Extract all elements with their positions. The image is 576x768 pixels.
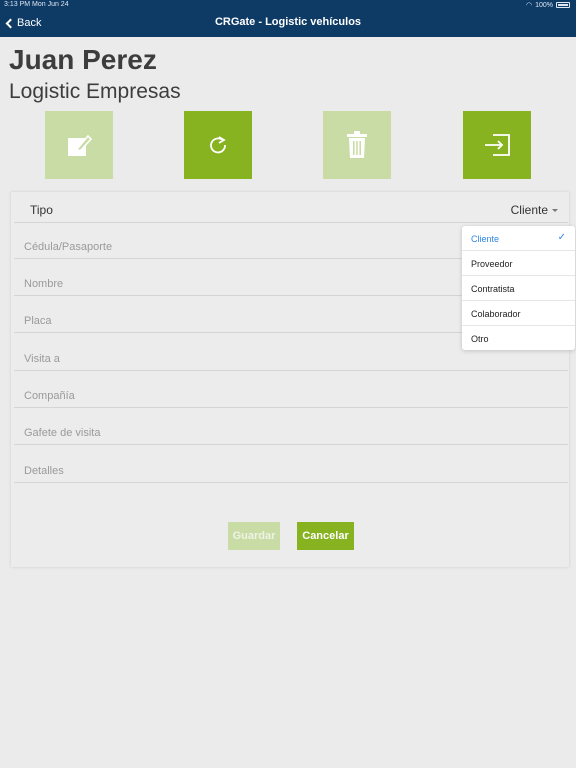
option-label: Proveedor <box>471 259 513 269</box>
detalles-placeholder: Detalles <box>24 465 64 477</box>
refresh-button[interactable] <box>184 111 252 179</box>
compania-field[interactable]: Compañía <box>14 371 568 408</box>
caret-down-icon <box>552 208 558 212</box>
status-time: 3:13 PM Mon Jun 24 <box>4 1 69 8</box>
tipo-select[interactable]: Cliente <box>511 203 558 217</box>
refresh-icon <box>210 136 226 154</box>
option-contratista[interactable]: Contratista <box>462 276 575 301</box>
save-button[interactable]: Guardar <box>228 522 280 550</box>
wifi-icon: ◠ <box>525 2 533 9</box>
gafete-field[interactable]: Gafete de visita <box>14 408 568 445</box>
tipo-row[interactable]: Tipo Cliente <box>14 193 568 223</box>
person-name: Juan Perez <box>9 44 157 75</box>
delete-button[interactable] <box>323 111 391 179</box>
detalles-field[interactable]: Detalles <box>14 446 568 483</box>
navigation-bar: 3:13 PM Mon Jun 24 ◠ 100% Back CRGate - … <box>0 0 576 37</box>
exit-button[interactable] <box>463 111 531 179</box>
cedula-placeholder: Cédula/Pasaporte <box>24 241 113 253</box>
option-label: Contratista <box>471 284 515 294</box>
nombre-placeholder: Nombre <box>24 278 64 290</box>
placa-placeholder: Placa <box>24 315 52 327</box>
tipo-label: Tipo <box>30 203 53 217</box>
company-name: Logistic Empresas <box>9 80 181 103</box>
trash-icon <box>347 131 367 158</box>
option-label: Colaborador <box>471 309 521 319</box>
exit-icon <box>485 134 510 156</box>
cancel-button[interactable]: Cancelar <box>297 522 354 550</box>
status-right: ◠ 100% <box>526 1 570 9</box>
battery-percent: 100% <box>535 1 553 9</box>
status-bar: 3:13 PM Mon Jun 24 ◠ 100% <box>0 1 576 11</box>
edit-icon <box>68 134 92 156</box>
tipo-value: Cliente <box>510 203 548 217</box>
edit-button[interactable] <box>45 111 113 179</box>
battery-icon <box>556 2 570 8</box>
nav-title: CRGate - Logistic vehículos <box>214 16 362 28</box>
option-cliente[interactable]: Cliente ✓ <box>462 226 575 251</box>
option-label: Cliente <box>471 234 500 244</box>
tipo-dropdown: Cliente ✓ Proveedor Contratista Colabora… <box>462 226 575 350</box>
option-proveedor[interactable]: Proveedor <box>462 251 575 276</box>
gafete-placeholder: Gafete de visita <box>24 427 101 439</box>
compania-placeholder: Compañía <box>24 390 75 402</box>
visita-a-placeholder: Visita a <box>24 353 60 365</box>
checkmark-icon: ✓ <box>557 232 566 243</box>
option-otro[interactable]: Otro <box>462 326 575 351</box>
option-colaborador[interactable]: Colaborador <box>462 301 575 326</box>
option-label: Otro <box>471 334 489 344</box>
